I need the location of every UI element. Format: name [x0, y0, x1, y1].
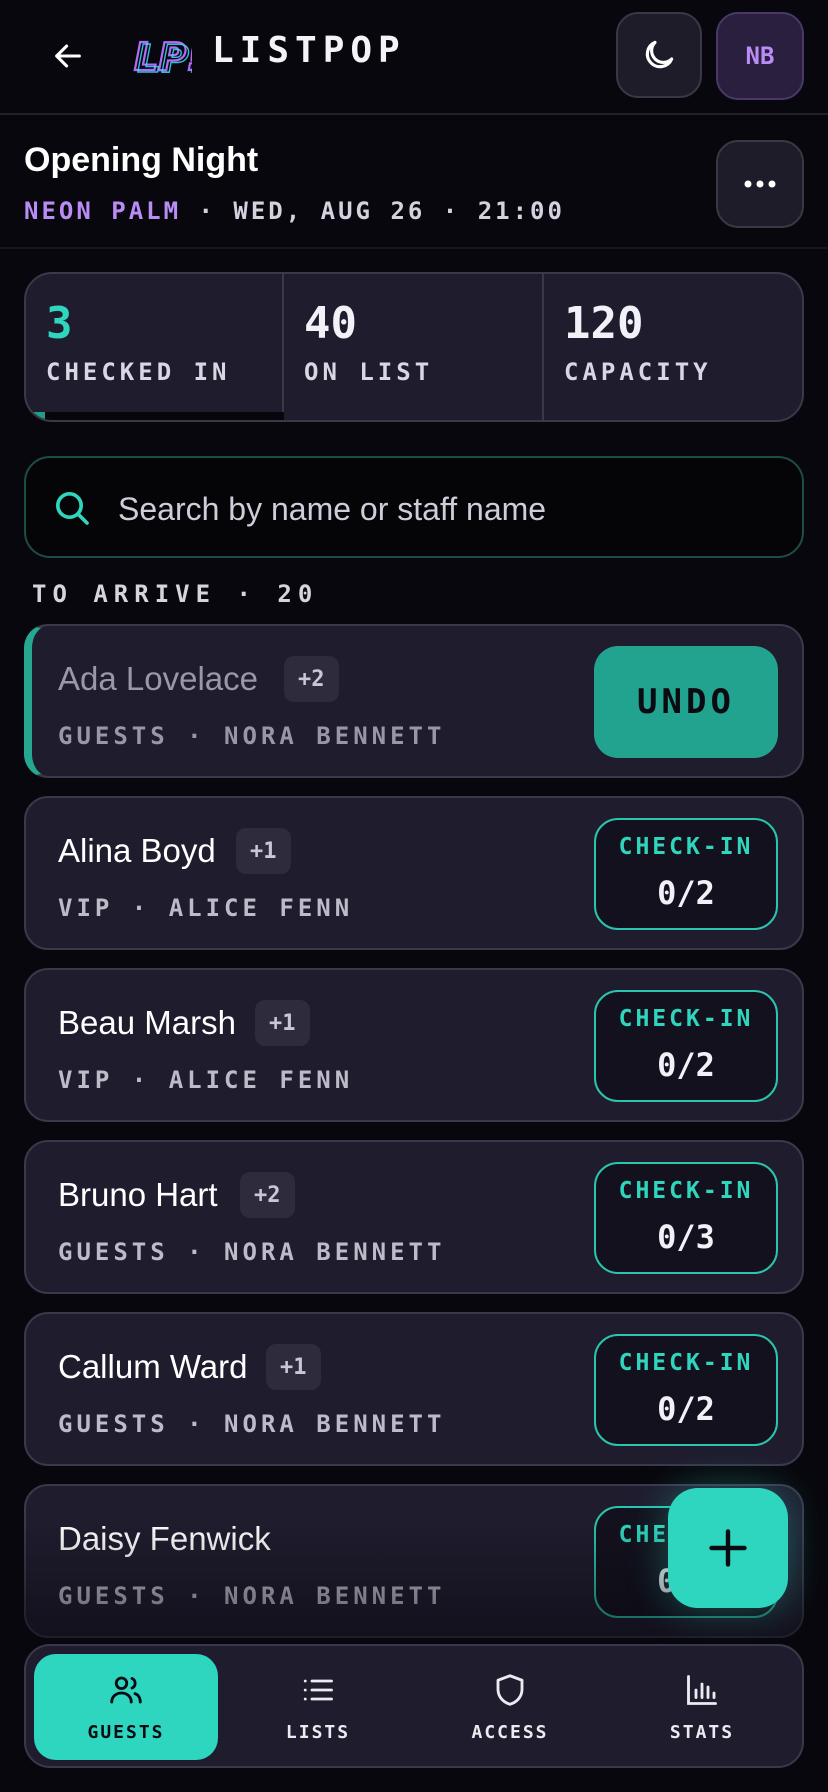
check-in-count: 0/2 [657, 1046, 715, 1084]
more-options-button[interactable] [716, 140, 804, 228]
guest-name: Bruno Hart [58, 1176, 218, 1213]
event-title: Opening Night [24, 141, 259, 179]
section-label-to-arrive: TO ARRIVE · 20 [32, 580, 319, 608]
search-bar [24, 456, 804, 558]
nav-label: LISTS [285, 1722, 351, 1743]
plus-icon [709, 1529, 747, 1567]
stat-value: 40 [304, 298, 357, 349]
event-venue: NEON PALM [24, 197, 182, 225]
plus-one-badge: +2 [284, 656, 339, 702]
guest-name: Alina Boyd [58, 832, 216, 869]
check-in-count: 0/2 [657, 874, 715, 912]
check-in-label: CHECK-IN [618, 1350, 754, 1376]
event-subtitle: NEON PALM · WED, AUG 26 · 21:00 [24, 197, 565, 225]
guest-meta: GUESTS · NORA BENNETT [58, 722, 446, 750]
stat-label: CAPACITY [564, 358, 712, 386]
check-in-button[interactable]: CHECK-IN 0/2 [594, 990, 778, 1102]
guest-card: Ada Lovelace +2 GUESTS · NORA BENNETT UN… [24, 624, 804, 778]
stat-label: ON LIST [304, 358, 434, 386]
guest-card: Bruno Hart +2 GUESTS · NORA BENNETT CHEC… [24, 1140, 804, 1294]
svg-text:LP!: LP! [137, 37, 192, 81]
guest-meta: GUESTS · NORA BENNETT [58, 1410, 446, 1438]
search-icon [56, 492, 89, 525]
event-datetime: · WED, AUG 26 · 21:00 [198, 197, 565, 225]
guest-name: Ada Lovelace [58, 660, 258, 697]
guest-meta: GUESTS · NORA BENNETT [58, 1582, 446, 1610]
moon-icon [645, 40, 674, 69]
add-guest-button[interactable] [668, 1488, 788, 1608]
stat-checked-in: 3 CHECKED IN [26, 274, 284, 420]
guest-card: Beau Marsh +1 VIP · ALICE FENN CHECK-IN … [24, 968, 804, 1122]
user-avatar[interactable]: NB [716, 12, 804, 100]
list-icon [303, 1679, 333, 1701]
back-button[interactable] [44, 32, 92, 80]
nav-lists[interactable]: LISTS [226, 1654, 410, 1760]
stat-label: CHECKED IN [46, 358, 231, 386]
plus-one-badge: +1 [255, 1000, 310, 1046]
check-in-button[interactable]: CHECK-IN 0/3 [594, 1162, 778, 1274]
plus-one-badge: +1 [266, 1344, 321, 1390]
guest-name: Daisy Fenwick [58, 1520, 271, 1557]
nav-label: GUESTS [87, 1722, 165, 1743]
plus-one-badge: +1 [236, 828, 291, 874]
check-in-count: 0/2 [657, 1390, 715, 1428]
listpop-logo: LP! LP! [133, 34, 192, 82]
check-in-count: 0/3 [657, 1218, 715, 1256]
stat-on-list: 40 ON LIST [284, 274, 544, 420]
nav-stats[interactable]: STATS [610, 1654, 794, 1760]
guest-meta: GUESTS · NORA BENNETT [58, 1238, 446, 1266]
theme-toggle-button[interactable] [616, 12, 702, 98]
undo-button[interactable]: UNDO [594, 646, 778, 758]
bar-chart-icon [687, 1675, 717, 1705]
checkin-progress-fill [26, 412, 46, 420]
check-in-button[interactable]: CHECK-IN 0/2 [594, 818, 778, 930]
check-in-label: CHECK-IN [618, 834, 754, 860]
nav-label: STATS [669, 1722, 735, 1743]
check-in-label: CHECK-IN [618, 1178, 754, 1204]
guest-card: Callum Ward +1 GUESTS · NORA BENNETT CHE… [24, 1312, 804, 1466]
stat-value: 3 [46, 298, 73, 349]
top-bar: LP! LP! LISTPOP NB [0, 0, 828, 115]
plus-one-badge: +2 [240, 1172, 295, 1218]
nav-label: ACCESS [471, 1722, 549, 1743]
more-horizontal-icon [744, 180, 776, 188]
arrow-left-icon [55, 44, 81, 68]
shield-icon [496, 1674, 524, 1706]
search-input[interactable] [116, 480, 780, 538]
checkin-progress-bar [26, 412, 284, 420]
guest-name: Beau Marsh [58, 1004, 236, 1041]
stat-value: 120 [564, 298, 644, 349]
stat-capacity: 120 CAPACITY [544, 274, 802, 420]
check-in-button[interactable]: CHECK-IN 0/2 [594, 1334, 778, 1446]
brand-title: LISTPOP [212, 30, 406, 71]
guest-card: Alina Boyd +1 VIP · ALICE FENN CHECK-IN … [24, 796, 804, 950]
event-header: Opening Night NEON PALM · WED, AUG 26 · … [0, 113, 828, 249]
check-in-label: CHECK-IN [618, 1006, 754, 1032]
nav-access[interactable]: ACCESS [418, 1654, 602, 1760]
bottom-navigation: GUESTS LISTS ACCESS STATS [24, 1644, 804, 1768]
users-icon [110, 1676, 142, 1704]
guest-meta: VIP · ALICE FENN [58, 894, 354, 922]
nav-guests[interactable]: GUESTS [34, 1654, 218, 1760]
guest-name: Callum Ward [58, 1348, 248, 1385]
guest-meta: VIP · ALICE FENN [58, 1066, 354, 1094]
stats-panel: 3 CHECKED IN 40 ON LIST 120 CAPACITY [24, 272, 804, 422]
